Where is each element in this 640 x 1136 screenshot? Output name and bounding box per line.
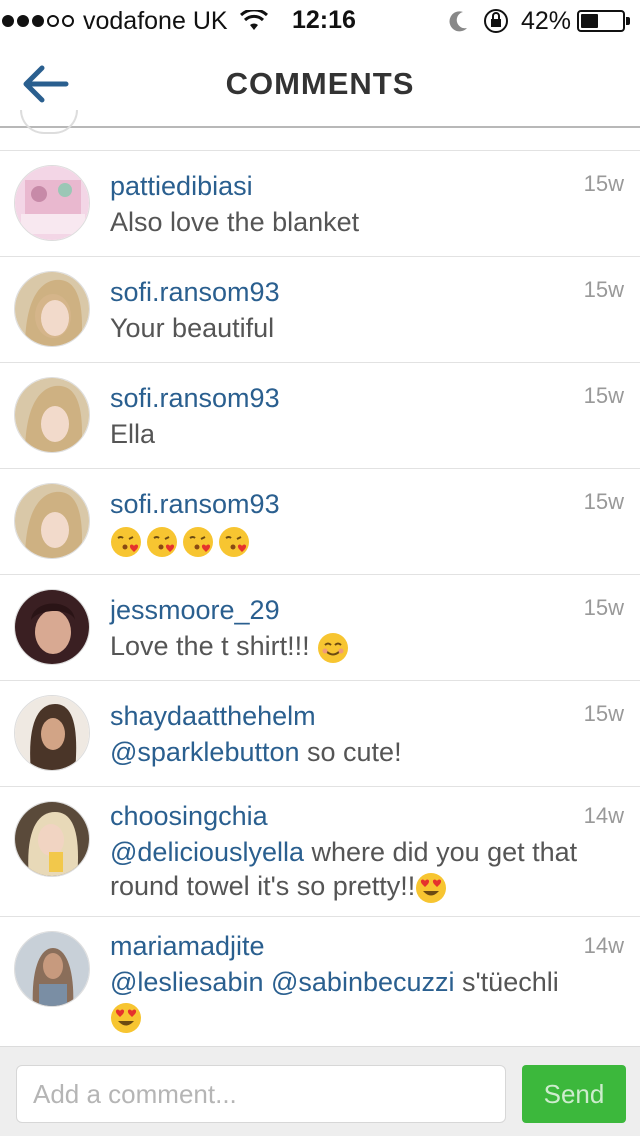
avatar[interactable] xyxy=(14,589,90,665)
status-bar: vodafone UK 12:16 42% xyxy=(0,0,640,40)
page-title: COMMENTS xyxy=(225,66,415,101)
comment-mention-link[interactable]: @deliciouslyella xyxy=(110,837,304,867)
wifi-icon xyxy=(239,10,268,30)
comment-time: 15w xyxy=(583,277,624,302)
comment-compose-bar: Send xyxy=(0,1046,640,1136)
avatar[interactable] xyxy=(14,377,90,453)
comment-item: mariamadjite 14w @lesliesabin @sabinbecu… xyxy=(0,916,640,1046)
heart-eyes-emoji-icon xyxy=(111,1002,141,1033)
comment-item: shaydaatthehelm 15w @sparklebutton so cu… xyxy=(0,680,640,786)
comment-text: Love the t shirt!!! xyxy=(110,631,310,661)
comment-text: Your beautiful xyxy=(110,313,275,343)
comment-username[interactable]: pattiedibiasi xyxy=(110,171,253,202)
comment-time: 15w xyxy=(583,383,624,408)
battery-tip xyxy=(626,17,630,25)
comment-item: pattiedibiasi 15w Also love the blanket xyxy=(0,150,640,256)
comment-text: so cute! xyxy=(299,737,402,767)
comment-username[interactable]: choosingchia xyxy=(110,801,268,832)
comment-text: Ella xyxy=(110,419,156,449)
kissing-heart-emoji-icon xyxy=(183,526,213,557)
comment-mention-link[interactable]: @sparklebutton xyxy=(110,737,300,767)
comment-time: 15w xyxy=(583,595,624,620)
battery-icon xyxy=(577,10,625,32)
comment-mention-link[interactable]: @sabinbecuzzi xyxy=(271,967,455,997)
signal-strength-icon xyxy=(2,15,77,27)
comment-username[interactable]: shaydaatthehelm xyxy=(110,701,316,732)
comment-mention-link[interactable]: @lesliesabin xyxy=(110,967,263,997)
comment-item: sofi.ransom93 15w Your beautiful xyxy=(0,256,640,362)
clock: 12:16 xyxy=(292,6,356,34)
avatar[interactable] xyxy=(14,271,90,347)
add-comment-input[interactable] xyxy=(16,1065,506,1123)
comment-item: choosingchia 14w @deliciouslyella where … xyxy=(0,786,640,916)
comment-text-line: @lesliesabin @sabinbecuzzi s'tüechli xyxy=(110,965,620,1034)
comment-username[interactable]: sofi.ransom93 xyxy=(110,277,280,308)
comment-username[interactable]: jessmoore_29 xyxy=(110,595,280,626)
comment-username[interactable]: sofi.ransom93 xyxy=(110,489,280,520)
comment-item: jessmoore_29 15w Love the t shirt!!! xyxy=(0,574,640,680)
avatar[interactable] xyxy=(14,801,90,877)
send-button[interactable]: Send xyxy=(522,1065,626,1123)
comment-text-line: Love the t shirt!!! xyxy=(110,629,620,664)
comment-list: pattiedibiasi 15w Also love the blanket … xyxy=(0,150,640,1046)
comment-item: sofi.ransom93 15w xyxy=(0,468,640,574)
comment-username[interactable]: mariamadjite xyxy=(110,931,265,962)
comment-time: 15w xyxy=(583,701,624,726)
avatar[interactable] xyxy=(14,931,90,1007)
comment-username[interactable]: sofi.ransom93 xyxy=(110,383,280,414)
battery-fill xyxy=(581,14,598,28)
carrier-name: vodafone UK xyxy=(83,6,228,35)
battery-percent: 42% xyxy=(520,6,571,35)
partial-avatar xyxy=(20,110,78,134)
kissing-heart-emoji-icon xyxy=(147,526,177,557)
comment-text: Also love the blanket xyxy=(110,207,360,237)
comment-text-line: @deliciouslyella where did you get that … xyxy=(110,835,620,904)
rotation-lock-icon xyxy=(483,9,508,33)
avatar[interactable] xyxy=(14,695,90,771)
kissing-heart-emoji-icon xyxy=(219,526,249,557)
comment-time: 14w xyxy=(583,933,624,958)
nav-bar: COMMENTS xyxy=(0,40,640,128)
comment-time: 15w xyxy=(583,489,624,514)
smiling-face-emoji-icon xyxy=(318,632,349,663)
avatar[interactable] xyxy=(14,165,90,241)
avatar[interactable] xyxy=(14,483,90,559)
do-not-disturb-moon-icon xyxy=(449,11,467,32)
comment-text: s'tüechli xyxy=(454,967,559,997)
comment-item: sofi.ransom93 15w Ella xyxy=(0,362,640,468)
comment-time: 14w xyxy=(583,803,624,828)
kissing-heart-emoji-icon xyxy=(111,526,141,557)
heart-eyes-emoji-icon xyxy=(416,872,447,903)
comment-text-line: @sparklebutton so cute! xyxy=(110,735,620,769)
comment-emoji-row xyxy=(110,523,620,558)
comment-time: 15w xyxy=(583,171,624,196)
